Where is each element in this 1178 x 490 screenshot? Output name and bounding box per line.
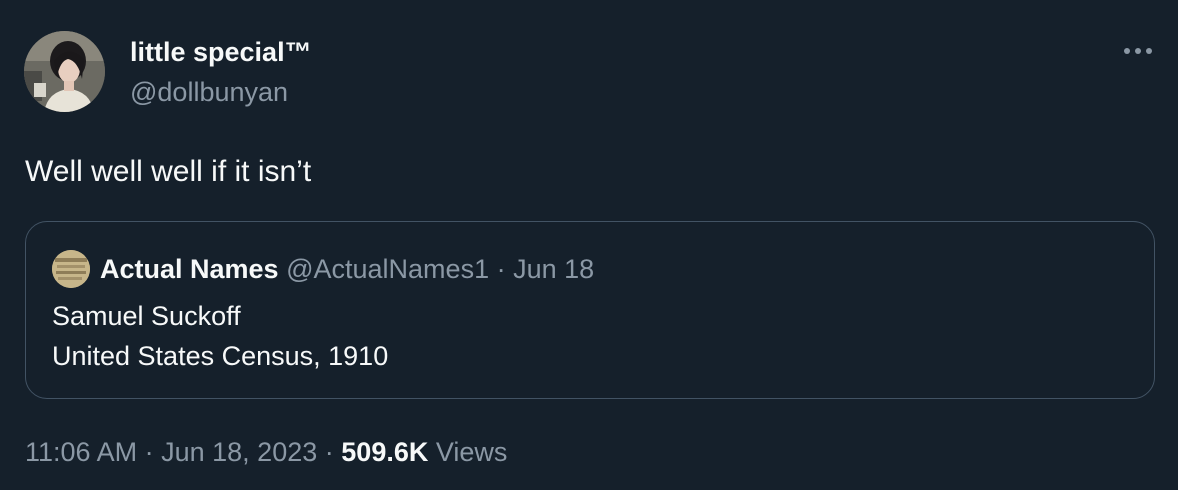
quoted-author-avatar[interactable] [52, 250, 90, 288]
tweet-text: Well well well if it isn’t [25, 155, 312, 188]
meta-separator: · [144, 437, 154, 467]
tweet: little special™ @dollbunyan Well well we… [0, 0, 1178, 490]
quoted-tweet-date[interactable]: Jun 18 [513, 254, 594, 284]
quoted-author-name[interactable]: Actual Names [100, 254, 279, 284]
author-avatar[interactable] [24, 31, 105, 112]
more-options-button[interactable] [1118, 36, 1158, 66]
quoted-tweet-card[interactable]: Actual Names @ActualNames1 · Jun 18 Samu… [25, 221, 1155, 399]
views-label: Views [435, 437, 508, 467]
document-thumbnail-icon [52, 250, 90, 288]
tweet-date[interactable]: Jun 18, 2023 [161, 437, 317, 467]
quoted-tweet-line-1: Samuel Suckoff [52, 301, 241, 331]
author-handle[interactable]: @dollbunyan [130, 74, 288, 110]
avatar-photo-icon [24, 31, 105, 112]
more-horizontal-icon [1124, 48, 1152, 54]
meta-separator: · [324, 437, 334, 467]
quoted-tweet-header: Actual Names @ActualNames1 · Jun 18 [100, 249, 594, 289]
header-separator: · [496, 254, 506, 284]
quoted-tweet-line-2: United States Census, 1910 [52, 341, 389, 371]
author-display-name[interactable]: little special™ [130, 34, 312, 70]
views-count: 509.6K [341, 437, 429, 467]
quoted-author-handle[interactable]: @ActualNames1 [286, 254, 489, 284]
tweet-metadata: 11:06 AM · Jun 18, 2023 · 509.6K Views [25, 433, 507, 471]
tweet-time[interactable]: 11:06 AM [25, 437, 137, 467]
